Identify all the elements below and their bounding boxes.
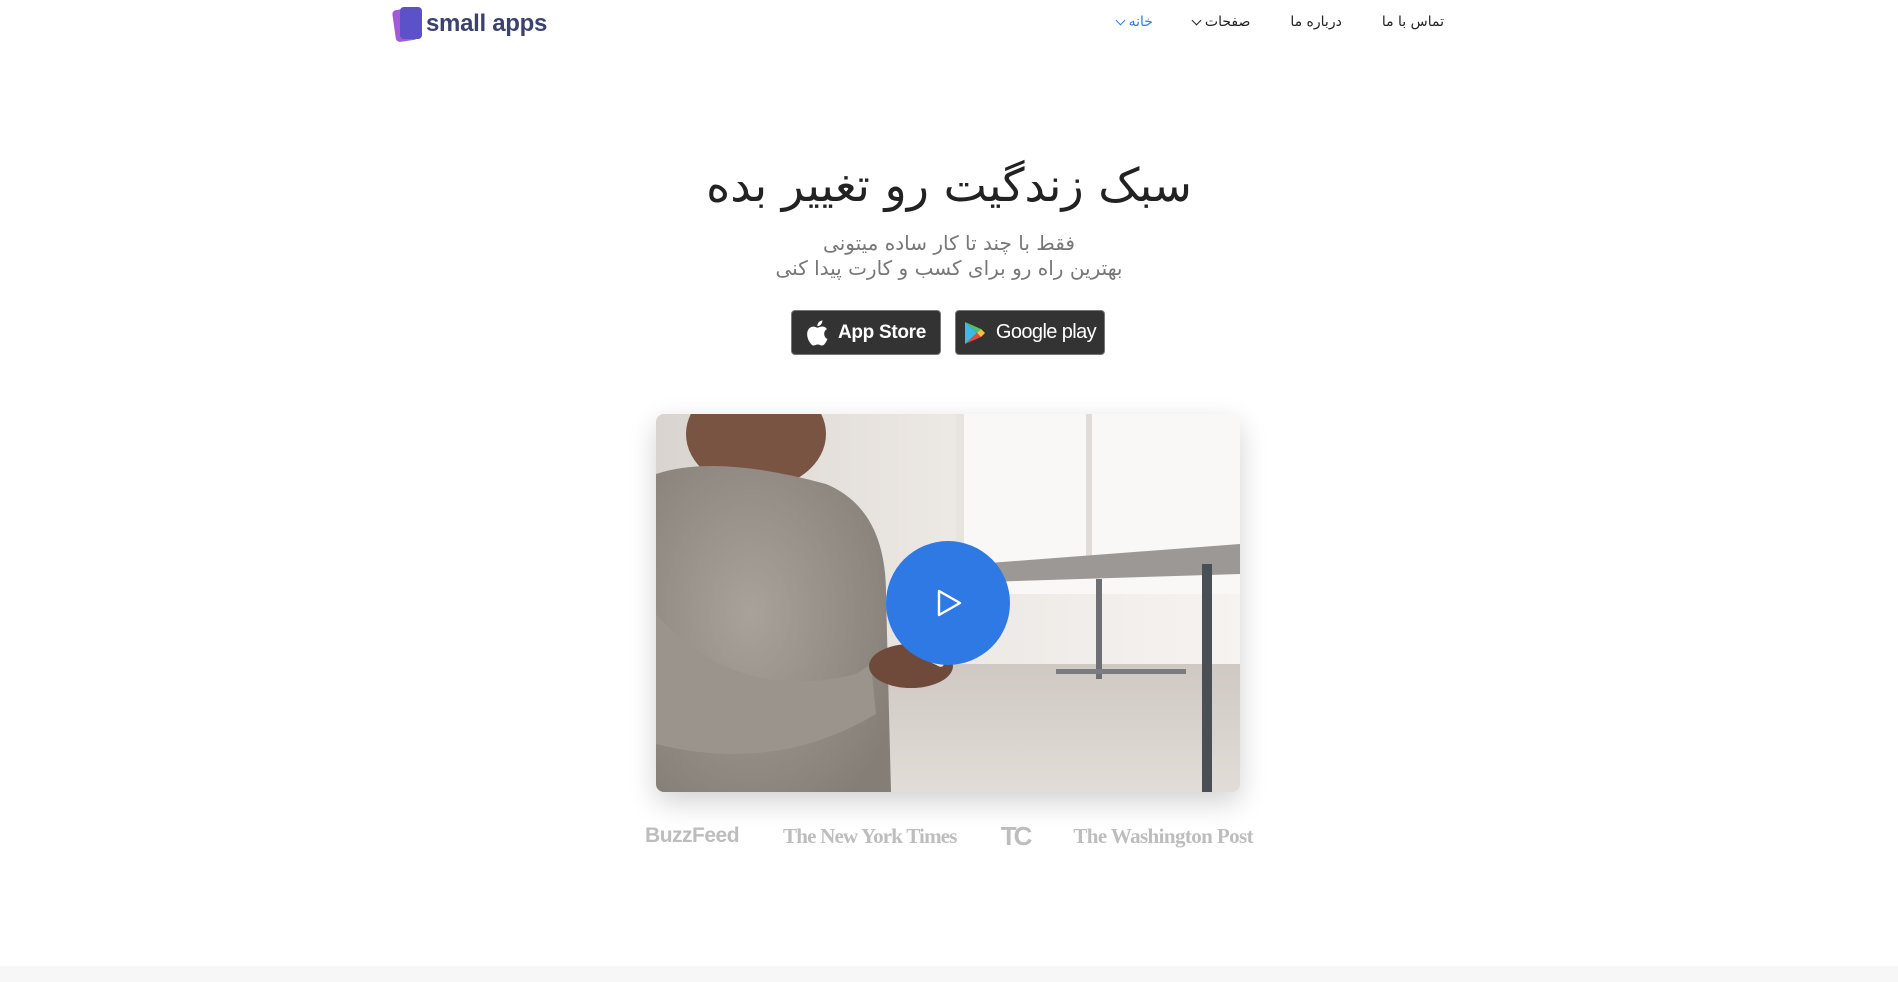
footer-strip: [0, 966, 1898, 982]
apple-icon: [807, 319, 828, 346]
nav-item-label: خانه: [1128, 14, 1153, 30]
app-store-label: App Store: [837, 321, 927, 343]
nav-item-contact[interactable]: تماس با ما: [1382, 14, 1444, 30]
main-nav: خانه صفحات درباره ما تماس با ما: [1115, 14, 1444, 30]
google-play-button[interactable]: Google play: [955, 310, 1105, 355]
video-card[interactable]: [656, 414, 1240, 792]
play-button[interactable]: [886, 541, 1010, 665]
logo-icon: [391, 6, 422, 43]
hero-subtitle-line: فقط با چند تا کار ساده میتونی: [823, 231, 1075, 255]
brand-logo[interactable]: small apps: [391, 6, 548, 43]
brand-name: small apps: [426, 10, 548, 37]
nytimes-logo: The New York Times: [783, 824, 957, 848]
app-store-button[interactable]: App Store: [791, 310, 941, 355]
buzzfeed-logo: BuzzFeed: [645, 824, 740, 847]
google-play-label: Google play: [995, 321, 1097, 343]
nav-item-label: صفحات: [1204, 14, 1251, 30]
store-buttons: App Store Google play: [791, 310, 1105, 355]
techcrunch-logo: TC: [1000, 821, 1033, 851]
chevron-down-icon: [1115, 15, 1126, 25]
nav-item-pages[interactable]: صفحات: [1191, 14, 1251, 30]
nav-item-label: تماس با ما: [1381, 14, 1444, 30]
hero-section: سبک زندگیت رو تغییر بده فقط با چند تا کا…: [0, 155, 1898, 281]
hero-subtitle: فقط با چند تا کار ساده میتونی بهترین راه…: [0, 231, 1898, 281]
google-play-icon: [964, 321, 985, 344]
nav-item-about[interactable]: درباره ما: [1290, 14, 1341, 30]
press-logos: BuzzFeed The New York Times TC The Washi…: [0, 818, 1898, 854]
nav-item-label: درباره ما: [1290, 14, 1342, 30]
chevron-down-icon: [1191, 15, 1202, 25]
play-icon: [937, 589, 962, 617]
hero-title: سبک زندگیت رو تغییر بده: [706, 158, 1192, 212]
hero-subtitle-line: بهترین راه رو برای کسب و کارت پیدا کنی: [775, 256, 1123, 280]
nav-item-home[interactable]: خانه: [1115, 14, 1153, 30]
washington-post-logo: The Washington Post: [1073, 824, 1253, 848]
